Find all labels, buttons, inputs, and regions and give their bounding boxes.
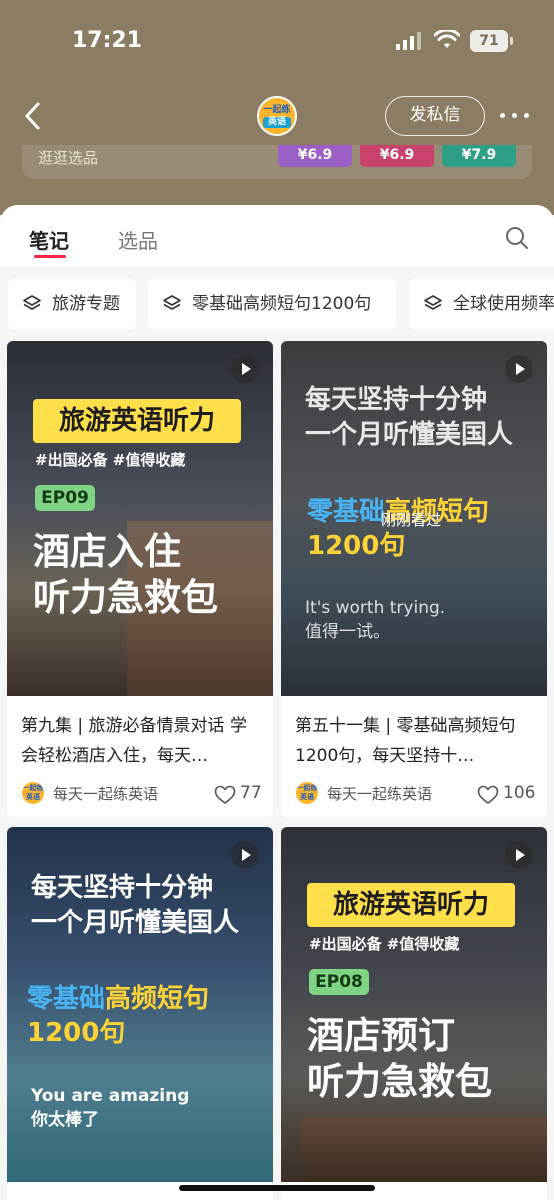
- note-card[interactable]: 每天坚持十分钟 一个月听懂美国人 零基础高频短句 1200句 You are am…: [7, 827, 273, 1200]
- profile-header: 17:21 71 一起练 英语 发私信 逛逛选品 ¥6.9 ¥6.9 ¥7.9: [0, 0, 554, 215]
- shop-item-price: ¥6.9: [278, 145, 352, 167]
- video-play-icon: [505, 355, 533, 383]
- search-icon[interactable]: [504, 225, 530, 251]
- cover-headline: 酒店预订 听力急救包: [307, 1014, 492, 1104]
- status-bar: 17:21 71: [0, 0, 554, 80]
- account-avatar[interactable]: 一起练 英语: [257, 96, 297, 136]
- cover-banner: 旅游英语听力: [307, 883, 515, 927]
- home-indicator: [179, 1185, 375, 1191]
- tab-notes[interactable]: 笔记: [29, 225, 69, 254]
- cover-tags: #出国必备 #值得收藏: [35, 451, 186, 469]
- video-play-icon: [231, 355, 259, 383]
- tab-selection[interactable]: 选品: [118, 225, 158, 254]
- cover-banner: 旅游英语听力: [33, 399, 241, 443]
- note-title: 第五十一集 | 零基础高频短句1200句，每天坚持十…: [295, 716, 516, 766]
- cover-chinese: 你太棒了: [31, 1110, 99, 1130]
- note-title: 第九集 | 旅游必备情景对话 学会轻松酒店入住，每天…: [21, 716, 247, 766]
- note-cover: 每天坚持十分钟 一个月听懂美国人 零基础高频短句 1200句 刚刚看过 It's …: [281, 341, 547, 696]
- shop-label: 逛逛选品: [38, 149, 99, 167]
- video-play-icon: [231, 841, 259, 869]
- layers-icon: [23, 295, 41, 310]
- content-sheet: 笔记 选品 旅游专题 零基础高频短句1200句 全球使用频率 旅游英语听力 #出…: [0, 205, 554, 1200]
- send-message-button[interactable]: 发私信: [385, 96, 485, 136]
- cover-headline: 每天坚持十分钟 一个月听懂美国人: [31, 873, 240, 939]
- author-avatar: 一起练 英语: [295, 781, 319, 805]
- collection-chip-global[interactable]: 全球使用频率: [409, 279, 554, 329]
- cellular-signal-icon: [396, 32, 422, 50]
- note-cover: 旅游英语听力 #出国必备 #值得收藏 EP08 酒店预订 听力急救包: [281, 827, 547, 1182]
- note-cover: 旅游英语听力 #出国必备 #值得收藏 EP09 酒店入住 听力急救包: [7, 341, 273, 696]
- recently-viewed-label: 刚刚看过: [381, 511, 442, 529]
- cover-tags: #出国必备 #值得收藏: [309, 935, 460, 953]
- battery-icon: 71: [470, 30, 513, 52]
- active-tab-indicator: [34, 255, 66, 258]
- episode-badge: EP08: [309, 969, 369, 995]
- collection-chip-phrases[interactable]: 零基础高频短句1200句: [148, 279, 396, 329]
- author-avatar: 一起练 英语: [21, 781, 45, 805]
- back-arrow-icon[interactable]: [18, 98, 50, 134]
- nav-bar: 一起练 英语 发私信: [0, 86, 554, 146]
- heart-icon: [477, 785, 499, 804]
- shop-item-price: ¥6.9: [360, 145, 434, 167]
- cover-headline: 酒店入住 听力急救包: [33, 530, 218, 620]
- status-time: 17:21: [72, 28, 143, 53]
- shop-item-price: ¥7.9: [442, 145, 516, 167]
- author-name: 每天一起练英语: [53, 785, 159, 803]
- episode-badge: EP09: [35, 485, 95, 511]
- note-card[interactable]: 旅游英语听力 #出国必备 #值得收藏 EP09 酒店入住 听力急救包 第九集 |…: [7, 341, 273, 817]
- like-count: 77: [240, 783, 262, 803]
- cover-headline: 每天坚持十分钟 一个月听懂美国人: [305, 385, 514, 451]
- video-play-icon: [505, 841, 533, 869]
- note-cover: 每天坚持十分钟 一个月听懂美国人 零基础高频短句 1200句 You are am…: [7, 827, 273, 1182]
- heart-icon: [214, 785, 236, 804]
- motel-building-image: [301, 1117, 547, 1182]
- note-card[interactable]: 每天坚持十分钟 一个月听懂美国人 零基础高频短句 1200句 刚刚看过 It's …: [281, 341, 547, 817]
- cover-chinese: 值得一试。: [305, 622, 390, 642]
- collection-chip-travel[interactable]: 旅游专题: [8, 279, 136, 329]
- layers-icon: [163, 295, 181, 310]
- author-name: 每天一起练英语: [327, 785, 433, 803]
- layers-icon: [424, 295, 442, 310]
- like-count: 106: [503, 783, 536, 803]
- note-card[interactable]: 旅游英语听力 #出国必备 #值得收藏 EP08 酒店预订 听力急救包: [281, 827, 547, 1200]
- collection-chips: 旅游专题 零基础高频短句1200句 全球使用频率: [0, 267, 554, 339]
- shop-preview[interactable]: 逛逛选品 ¥6.9 ¥6.9 ¥7.9: [22, 145, 532, 179]
- cover-english: It's worth trying.: [305, 598, 446, 618]
- cover-english: You are amazing: [31, 1086, 190, 1106]
- tab-bar: 笔记 选品: [0, 205, 554, 267]
- more-options-icon[interactable]: [498, 100, 532, 130]
- cover-subtitle: 零基础高频短句 1200句: [27, 984, 210, 1048]
- wifi-icon: [434, 30, 460, 48]
